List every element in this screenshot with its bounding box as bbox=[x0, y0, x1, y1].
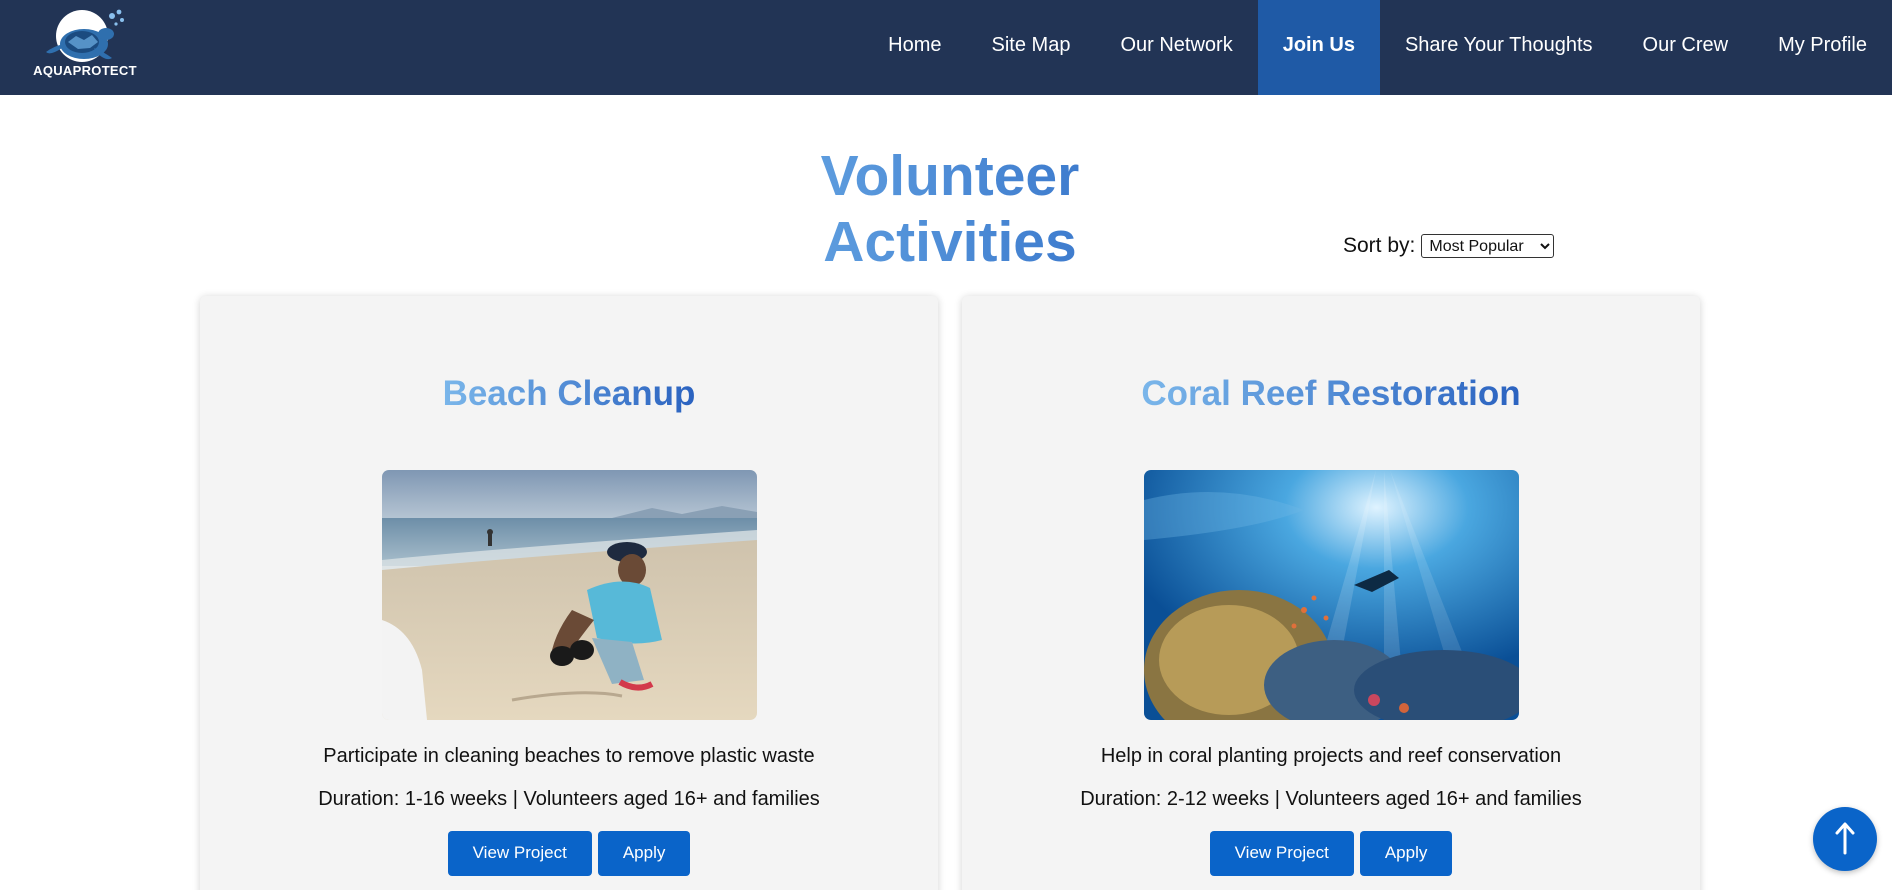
logo[interactable]: AQUAPROTECT bbox=[32, 4, 138, 84]
logo-text: AQUAPROTECT bbox=[33, 63, 137, 78]
view-project-button[interactable]: View Project bbox=[1209, 831, 1354, 876]
sort-select[interactable]: Most Popular bbox=[1421, 234, 1555, 258]
card-title-text: Beach Cleanup bbox=[442, 374, 696, 413]
card-title-text: Coral Reef Restoration bbox=[1141, 374, 1521, 413]
card-description: Help in coral planting projects and reef… bbox=[1100, 745, 1562, 767]
coral-reef-photo bbox=[1144, 470, 1519, 720]
view-project-button[interactable]: View Project bbox=[447, 831, 592, 876]
card-title: Coral Reef Restoration bbox=[962, 374, 1700, 414]
sea-turtle-logo-icon bbox=[46, 9, 124, 62]
nav-share-your-thoughts[interactable]: Share Your Thoughts bbox=[1380, 0, 1618, 95]
nav-join-us[interactable]: Join Us bbox=[1257, 0, 1380, 95]
sort-control: Sort by: Most Popular bbox=[1343, 234, 1555, 258]
card-meta: Duration: 1-16 weeks | Volunteers aged 1… bbox=[318, 788, 820, 810]
card-actions: View Project Apply bbox=[200, 831, 938, 876]
apply-button[interactable]: Apply bbox=[1359, 831, 1453, 876]
card-meta: Duration: 2-12 weeks | Volunteers aged 1… bbox=[1080, 788, 1582, 810]
top-navbar: AQUAPROTECT Home Site Map Our Network Jo… bbox=[0, 0, 1892, 95]
beach-cleanup-photo bbox=[382, 470, 757, 720]
sort-label: Sort by: bbox=[1343, 234, 1416, 257]
nav-our-network[interactable]: Our Network bbox=[1095, 0, 1257, 95]
apply-button[interactable]: Apply bbox=[597, 831, 691, 876]
back-to-top-button[interactable] bbox=[1813, 807, 1877, 871]
card-actions: View Project Apply bbox=[962, 831, 1700, 876]
page-title: Volunteer Activities bbox=[690, 143, 1210, 275]
activity-card-coral-reef: Coral Reef Restoration Help in coral pla… bbox=[962, 296, 1700, 890]
card-description: Participate in cleaning beaches to remov… bbox=[323, 745, 815, 767]
nav-home[interactable]: Home bbox=[863, 0, 966, 95]
activity-card-beach-cleanup: Beach Cleanup Participate in cleaning be… bbox=[200, 296, 938, 890]
card-title: Beach Cleanup bbox=[200, 374, 938, 414]
nav-site-map[interactable]: Site Map bbox=[967, 0, 1096, 95]
nav-my-profile[interactable]: My Profile bbox=[1753, 0, 1892, 95]
main-nav: Home Site Map Our Network Join Us Share … bbox=[863, 0, 1892, 95]
arrow-up-icon bbox=[1835, 822, 1855, 855]
page-title-wrap: Volunteer Activities bbox=[690, 143, 1210, 274]
nav-our-crew[interactable]: Our Crew bbox=[1618, 0, 1754, 95]
